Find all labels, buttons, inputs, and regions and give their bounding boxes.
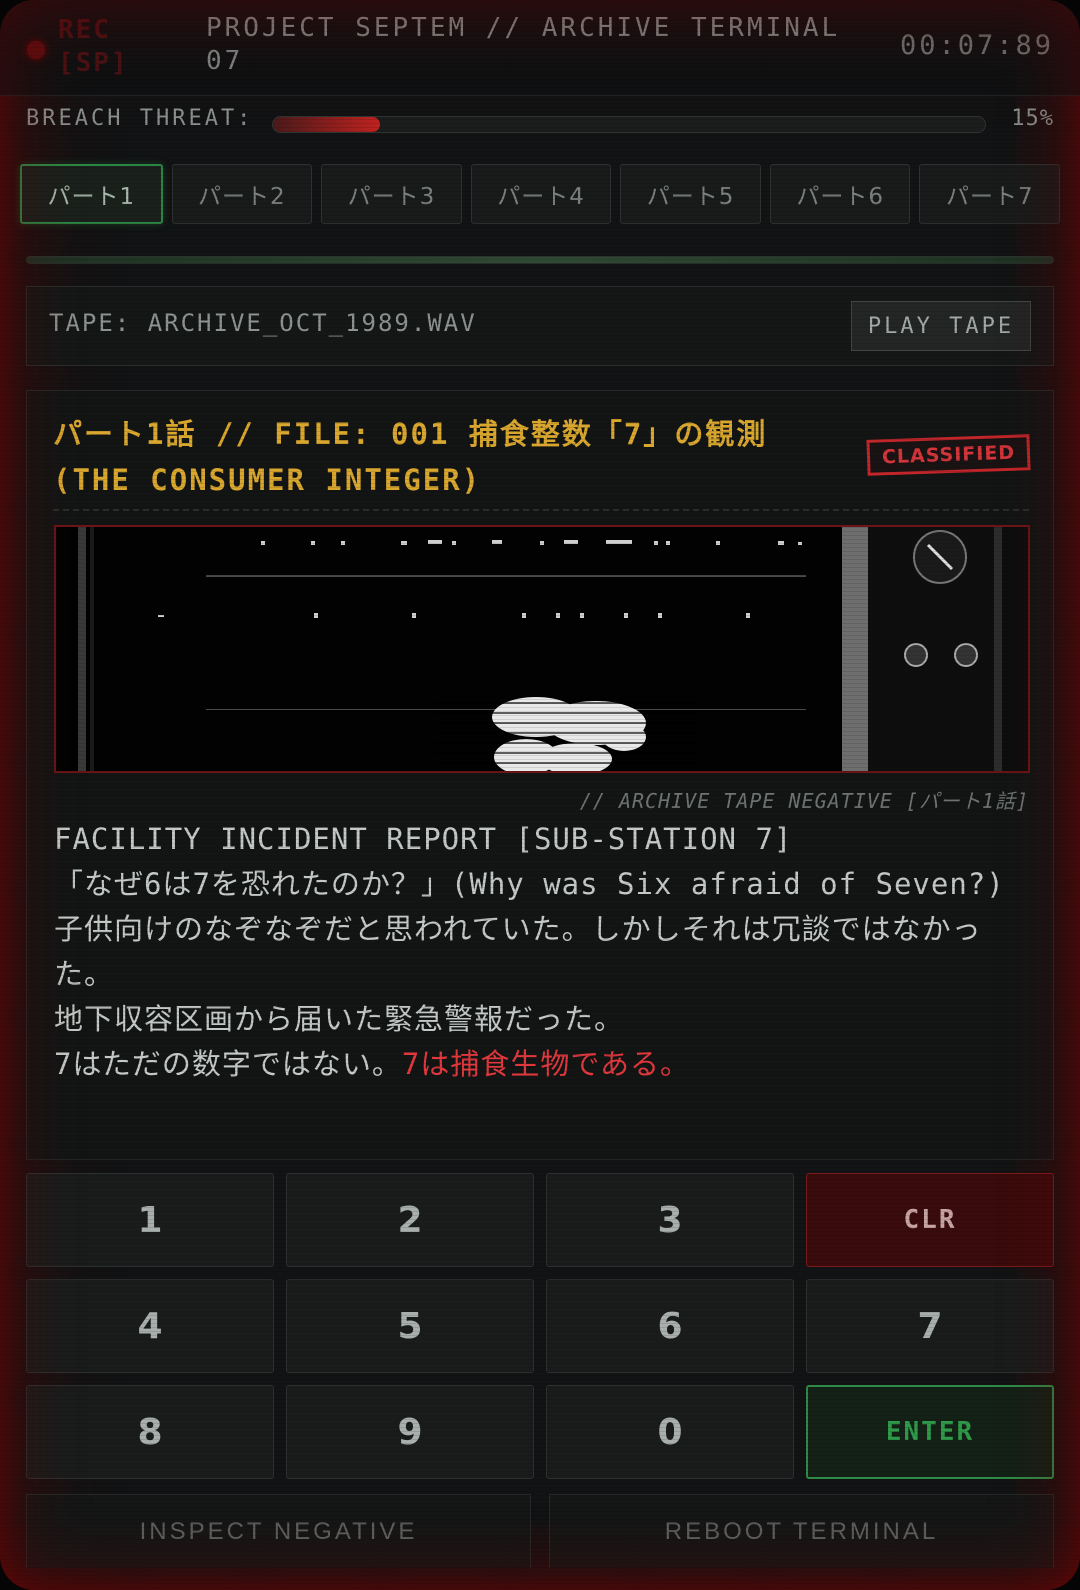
file-panel: パート1話 // FILE: 001 捕食整数「7」の観測 (THE CONSU…	[26, 390, 1054, 1160]
report-alert-text: 7は捕食生物である。	[401, 1047, 691, 1081]
play-tape-button[interactable]: PLAY TAPE	[851, 301, 1031, 351]
key-1[interactable]: 1	[26, 1173, 274, 1267]
report-line: 地下収容区画から届いた緊急警報だった。	[54, 1002, 625, 1036]
speed-label: [SP]	[58, 48, 129, 78]
classified-stamp: CLASSIFIED	[866, 434, 1031, 476]
tab-part-4[interactable]: パート4	[470, 164, 612, 224]
key-4[interactable]: 4	[26, 1279, 274, 1373]
report-line: 子供向けのなぞなぞだと思われていた。しかしそれは冗談ではなかった。	[54, 912, 982, 991]
key-0[interactable]: 0	[546, 1385, 794, 1479]
page-title: PROJECT SEPTEM // ARCHIVE TERMINAL 07	[206, 13, 841, 76]
key-3[interactable]: 3	[546, 1173, 794, 1267]
tape-negative-graphic	[56, 527, 1028, 771]
key-9[interactable]: 9	[286, 1385, 534, 1479]
clear-button[interactable]: CLR	[806, 1173, 1054, 1267]
breach-threat-meter	[272, 116, 986, 133]
breach-threat-percent: 15%	[1011, 106, 1054, 131]
tab-part-2[interactable]: パート2	[171, 164, 313, 224]
record-indicator-icon	[27, 41, 45, 59]
archive-tape-negative-image[interactable]	[54, 525, 1030, 773]
key-7[interactable]: 7	[806, 1279, 1054, 1373]
reboot-terminal-button[interactable]: REBOOT TERMINAL	[549, 1494, 1054, 1568]
divider	[26, 256, 1054, 264]
tab-part-3[interactable]: パート3	[321, 164, 462, 224]
rec-status: REC [SP]	[58, 14, 129, 80]
tab-part-5[interactable]: パート5	[620, 164, 761, 224]
action-row: INSPECT NEGATIVE REBOOT TERMINAL	[26, 1494, 1054, 1568]
breach-threat-label: BREACH THREAT:	[26, 106, 254, 131]
inspect-negative-button[interactable]: INSPECT NEGATIVE	[26, 1494, 531, 1568]
divider	[53, 509, 1029, 511]
keypad: 1 2 3 CLR 4 5 6 7 8 9 0 ENTER	[26, 1173, 1054, 1479]
report-line: 「なぜ6は7を恐れたのか？」(Why was Six afraid of Sev…	[54, 867, 1005, 901]
report-text: 7はただの数字ではない。	[54, 1047, 402, 1081]
terminal-header: REC [SP] PROJECT SEPTEM // ARCHIVE TERMI…	[0, 0, 1080, 96]
rec-label: REC	[58, 15, 111, 45]
breach-threat-fill	[273, 117, 380, 132]
timer-readout: 00:07:89	[899, 30, 1054, 61]
tab-part-6[interactable]: パート6	[769, 164, 911, 224]
key-2[interactable]: 2	[286, 1173, 534, 1267]
tape-bar: TAPE: ARCHIVE_OCT_1989.WAV PLAY TAPE	[26, 286, 1054, 366]
key-5[interactable]: 5	[286, 1279, 534, 1373]
tape-label: TAPE: ARCHIVE_OCT_1989.WAV	[49, 309, 477, 337]
terminal-frame: REC [SP] PROJECT SEPTEM // ARCHIVE TERMI…	[0, 0, 1080, 1590]
incident-report: FACILITY INCIDENT REPORT [SUB-STATION 7]…	[54, 817, 1034, 1087]
file-title: パート1話 // FILE: 001 捕食整数「7」の観測 (THE CONSU…	[53, 417, 768, 497]
report-line-final: 7はただの数字ではない。7は捕食生物である。	[54, 1042, 1034, 1087]
key-6[interactable]: 6	[546, 1279, 794, 1373]
image-caption: // ARCHIVE TAPE NEGATIVE [パート1話]	[579, 789, 1029, 813]
report-line: FACILITY INCIDENT REPORT [SUB-STATION 7]	[54, 822, 793, 856]
enter-button[interactable]: ENTER	[806, 1385, 1054, 1479]
tab-part-1[interactable]: パート1	[20, 164, 163, 224]
part-tabs: パート1 パート2 パート3 パート4 パート5 パート6 パート7	[20, 164, 1061, 224]
key-8[interactable]: 8	[26, 1385, 274, 1479]
tab-part-7[interactable]: パート7	[919, 164, 1061, 224]
